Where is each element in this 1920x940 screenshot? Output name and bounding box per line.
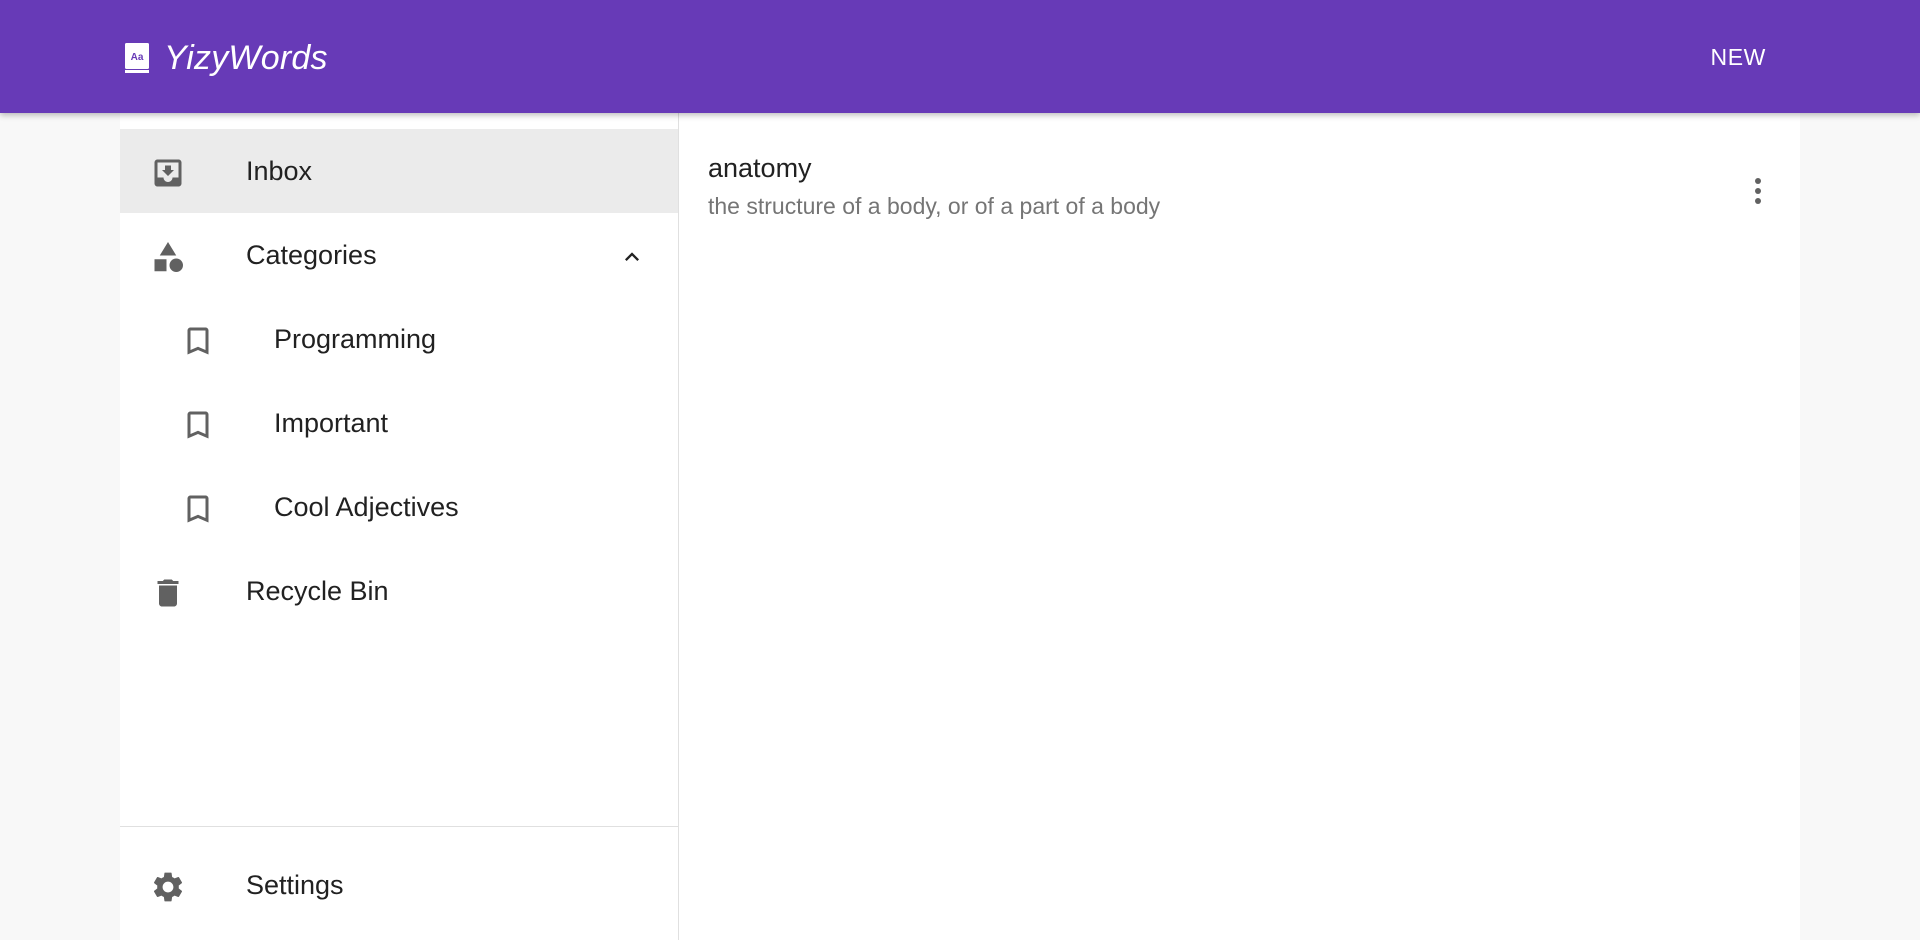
sidebar: Inbox Categories Programming Important C… — [120, 113, 679, 940]
shapes-icon — [154, 242, 183, 272]
bookmark-icon — [187, 495, 209, 523]
new-word-button[interactable]: NEW — [1705, 40, 1772, 74]
bookmark-icon — [187, 327, 209, 355]
app-title: YizyWords — [164, 38, 328, 77]
inbox-icon — [154, 159, 182, 187]
sidebar-item-cool-adjectives[interactable]: Cool Adjectives — [120, 465, 678, 549]
app-bar: Aa YizyWords NEW — [0, 0, 1920, 113]
svg-text:Aa: Aa — [131, 52, 144, 63]
sidebar-item-programming[interactable]: Programming — [120, 297, 678, 381]
word-list: anatomy the structure of a body, or of a… — [679, 113, 1800, 940]
sidebar-item-label: Programming — [274, 323, 437, 354]
sidebar-divider — [120, 826, 678, 827]
chevron-up-icon[interactable] — [618, 243, 646, 271]
sidebar-item-settings[interactable]: Settings — [120, 843, 678, 927]
word-definition: the structure of a body, or of a part of… — [708, 193, 1161, 219]
more-vert-icon[interactable] — [1746, 173, 1770, 209]
sidebar-item-label: Cool Adjectives — [274, 491, 459, 522]
sidebar-item-important[interactable]: Important — [120, 381, 678, 465]
dictionary-icon: Aa — [125, 43, 149, 73]
bookmark-icon — [187, 411, 209, 439]
sidebar-item-label: Inbox — [246, 155, 313, 186]
sidebar-item-label: Categories — [246, 239, 377, 270]
gear-icon — [153, 872, 183, 902]
delete-icon — [157, 579, 179, 607]
list-item[interactable]: anatomy the structure of a body, or of a… — [679, 153, 1800, 233]
brand: Aa YizyWords — [125, 38, 328, 78]
sidebar-item-label: Settings — [246, 869, 344, 900]
word-title: anatomy — [708, 153, 812, 183]
sidebar-item-recycle-bin[interactable]: Recycle Bin — [120, 549, 678, 633]
sidebar-item-label: Recycle Bin — [246, 575, 389, 606]
sidebar-item-label: Important — [274, 407, 389, 438]
sidebar-item-categories[interactable]: Categories — [120, 213, 678, 297]
sidebar-item-inbox[interactable]: Inbox — [120, 129, 678, 213]
